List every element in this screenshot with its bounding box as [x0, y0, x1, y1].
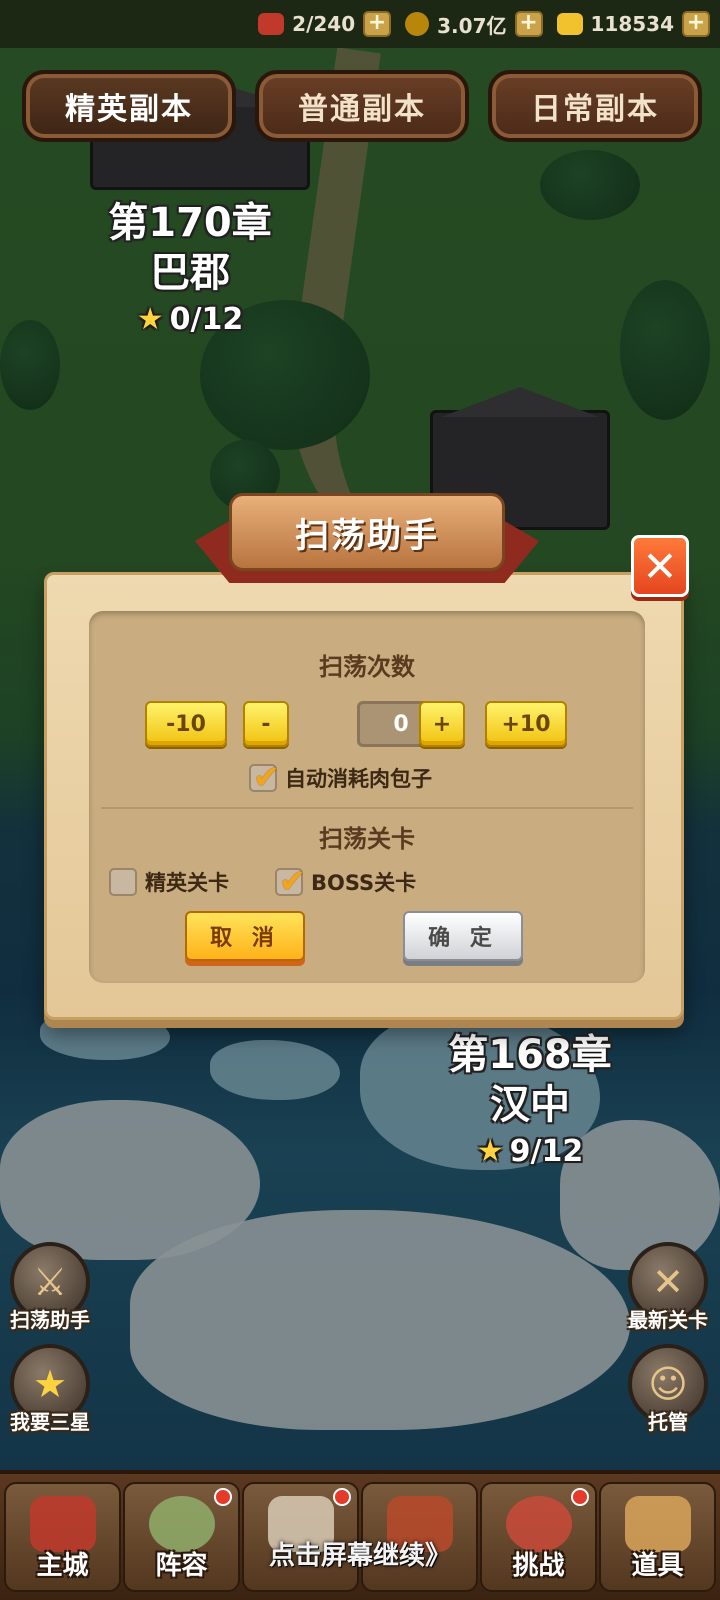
duel-icon: [505, 1496, 572, 1552]
dialog-title: 扫荡助手: [229, 493, 505, 571]
latest-stage-label: 最新关卡: [628, 1308, 708, 1332]
tab-elite-dungeon[interactable]: 精英副本: [22, 70, 236, 142]
resource-gold: 118534 +: [556, 11, 710, 37]
bottom-nav: 主城 阵容 挑战 道具: [0, 1470, 720, 1600]
gift-bag-icon: [386, 1496, 453, 1552]
sweep-stage-title: 扫荡关卡: [319, 825, 415, 853]
resource-copper: 3.07亿 +: [405, 10, 543, 39]
sweep-helper-button[interactable]: ⚔ 扫荡助手: [2, 1242, 98, 1333]
minus-button[interactable]: -: [243, 701, 289, 747]
tab-normal-dungeon[interactable]: 普通副本: [255, 70, 469, 142]
chapter-stars: ★ 9/12: [430, 1134, 630, 1169]
nav-label: 主城: [36, 1551, 89, 1581]
meat-bun-icon: [258, 13, 285, 35]
nav-item-4[interactable]: [361, 1482, 478, 1592]
sweep-count-title: 扫荡次数: [319, 653, 415, 681]
boss-stage-label: BOSS关卡: [311, 871, 417, 895]
elite-stage-label: 精英关卡: [145, 871, 229, 895]
palace-icon: [29, 1496, 96, 1552]
chapter-name: 汉中: [490, 1082, 570, 1128]
nav-label: 道具: [631, 1551, 684, 1581]
meat-bun-count: 2/240: [292, 12, 356, 36]
chapter-title: 第170章: [108, 200, 272, 246]
chapter-170-label[interactable]: 第170章 巴郡 ★ 0/12: [90, 198, 290, 337]
tab-daily-dungeon[interactable]: 日常副本: [488, 70, 702, 142]
star-icon: ★: [136, 302, 164, 337]
chapter-star-count: 0/12: [169, 302, 244, 337]
nav-label: 挑战: [512, 1551, 565, 1581]
scroll-icon: [267, 1496, 334, 1552]
boss-stage-checkbox[interactable]: [275, 862, 306, 900]
add-gold-button[interactable]: +: [682, 11, 710, 37]
latest-stage-button[interactable]: ✕ 最新关卡: [620, 1242, 716, 1333]
resource-bar: 2/240 + 3.07亿 + 118534 +: [0, 0, 720, 48]
nav-label: 阵容: [155, 1551, 208, 1581]
nav-main-city[interactable]: 主城: [4, 1482, 121, 1592]
copper-count: 3.07亿: [437, 13, 507, 38]
dungeon-tabs: 精英副本 普通副本 日常副本: [22, 70, 702, 142]
add-meat-bun-button[interactable]: +: [363, 11, 392, 37]
auto-consume-checkbox[interactable]: [249, 758, 280, 796]
star-icon: ★: [476, 1134, 504, 1169]
three-star-button[interactable]: ★ 我要三星: [2, 1344, 98, 1435]
gold-count: 118534: [590, 12, 675, 36]
auto-consume-option[interactable]: 自动消耗肉包子: [249, 758, 432, 796]
chapter-stars: ★ 0/12: [90, 302, 290, 337]
minus-10-button[interactable]: -10: [145, 701, 227, 747]
gold-ingot-icon: [556, 13, 583, 35]
section-divider: [101, 807, 633, 809]
elite-stage-checkbox[interactable]: [109, 868, 137, 896]
copper-coin-icon: [405, 12, 430, 36]
sweep-helper-dialog: 扫荡助手 ✕ 扫荡次数 -10 - 0 + +10 自动消耗肉包子 扫荡关卡 精…: [44, 493, 689, 1020]
sweep-helper-label: 扫荡助手: [10, 1308, 90, 1332]
chapter-168-label[interactable]: 第168章 汉中 ★ 9/12: [430, 1030, 630, 1169]
close-icon: ✕: [642, 541, 678, 591]
bag-icon: [624, 1496, 691, 1552]
nav-item-3[interactable]: [242, 1482, 359, 1592]
dialog-body: 扫荡次数 -10 - 0 + +10 自动消耗肉包子 扫荡关卡 精英关卡 BOS…: [89, 611, 645, 983]
close-button[interactable]: ✕: [631, 535, 689, 597]
confirm-button[interactable]: 确 定: [403, 911, 523, 961]
chapter-title: 第168章: [448, 1032, 612, 1078]
auto-consume-label: 自动消耗肉包子: [285, 767, 432, 791]
cancel-button[interactable]: 取 消: [185, 911, 305, 961]
plus-10-button[interactable]: +10: [485, 701, 567, 747]
chapter-name: 巴郡: [150, 250, 230, 296]
boss-stage-option[interactable]: BOSS关卡: [275, 862, 417, 900]
nav-lineup[interactable]: 阵容: [123, 1482, 240, 1592]
add-copper-button[interactable]: +: [514, 11, 543, 37]
notification-dot: [571, 1488, 589, 1506]
resource-meat-bun: 2/240 +: [258, 11, 392, 37]
nav-items[interactable]: 道具: [599, 1482, 716, 1592]
chapter-star-count: 9/12: [509, 1134, 584, 1169]
nav-challenge[interactable]: 挑战: [480, 1482, 597, 1592]
three-star-label: 我要三星: [10, 1410, 90, 1434]
notification-dot: [333, 1488, 351, 1506]
plus-button[interactable]: +: [419, 701, 465, 747]
lineup-icon: [148, 1496, 215, 1552]
auto-battle-label: 托管: [648, 1410, 688, 1434]
auto-battle-button[interactable]: ☺ 托管: [620, 1344, 716, 1435]
elite-stage-option[interactable]: 精英关卡: [109, 867, 229, 897]
notification-dot: [214, 1488, 232, 1506]
